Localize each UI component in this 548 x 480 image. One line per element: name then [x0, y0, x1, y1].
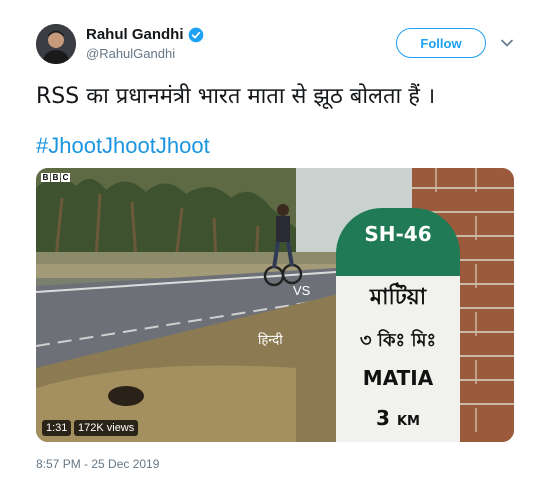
author-handle[interactable]: @RahulGandhi — [86, 46, 175, 61]
hashtag-link[interactable]: #JhootJhootJhoot — [36, 133, 210, 159]
milestone-distance-unit: KM — [396, 414, 420, 429]
milestone-bengali-distance: ৩ কিঃ মিঃ — [359, 330, 437, 351]
overlay-hindi-text: हिन्दी — [258, 333, 283, 348]
milestone-place: MATIA — [362, 366, 434, 390]
milestone-bengali-name: মাটিয়া — [369, 285, 427, 310]
profile-photo-icon — [36, 24, 76, 64]
chevron-down-icon[interactable] — [500, 36, 514, 50]
bbc-letter: B — [41, 173, 50, 182]
author-name-row: Rahul Gandhi — [86, 26, 204, 43]
tweet-text: RSS का प्रधानमंत्री भारत माता से झूठ बोल… — [36, 84, 436, 109]
follow-button[interactable]: Follow — [396, 28, 486, 58]
bbc-letter: B — [51, 173, 60, 182]
overlay-vs-text: VS — [293, 283, 311, 298]
milestone-route: SH-46 — [364, 222, 432, 246]
verified-badge-icon — [188, 27, 203, 42]
bbc-logo: B B C — [41, 173, 70, 182]
video-views-badge: 172K views — [74, 420, 139, 436]
display-name[interactable]: Rahul Gandhi — [86, 26, 184, 43]
milestone-distance: 3 KM — [336, 406, 460, 430]
tweet-timestamp[interactable]: 8:57 PM - 25 Dec 2019 — [36, 457, 159, 471]
milestone-distance-number: 3 — [376, 406, 390, 430]
video-player[interactable]: B B C VS हिन्दी SH-46 মাটিয়া ৩ কিঃ মিঃ … — [36, 168, 514, 442]
video-duration-badge: 1:31 — [42, 420, 72, 436]
avatar[interactable] — [36, 24, 76, 64]
bbc-letter: C — [61, 173, 70, 182]
